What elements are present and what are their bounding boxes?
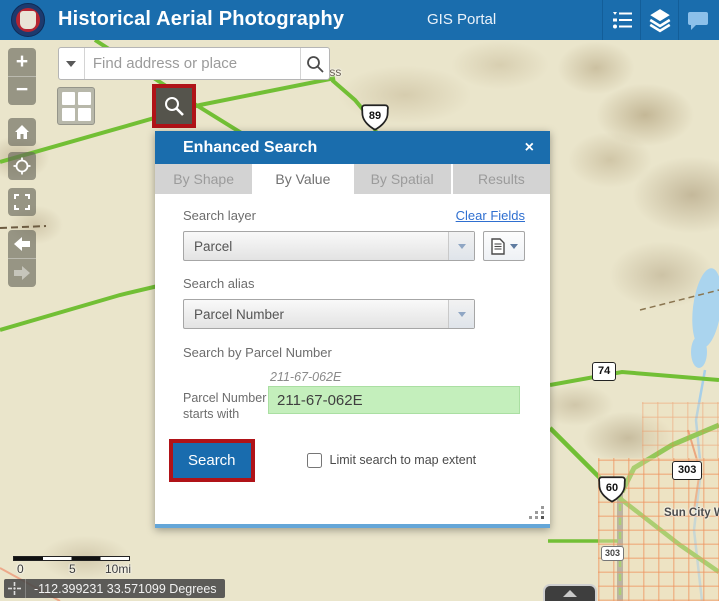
- parcel-number-input[interactable]: [268, 386, 520, 414]
- search-button[interactable]: Search: [173, 443, 251, 478]
- dialog-header[interactable]: Enhanced Search ×: [155, 131, 550, 164]
- app-header: Historical Aerial Photography GIS Portal: [0, 0, 719, 40]
- route-shield-303: 303: [672, 461, 702, 480]
- zoom-control-group: + −: [8, 48, 36, 105]
- arrow-left-icon: [14, 237, 30, 251]
- boundary-line: [0, 226, 46, 228]
- search-tool-icon: [163, 95, 185, 117]
- dialog-tabs: By Shape By Value By Spatial Results: [155, 164, 550, 194]
- county-seal-logo: [11, 3, 45, 37]
- portal-title: GIS Portal: [427, 11, 496, 28]
- home-extent-button[interactable]: [8, 118, 36, 146]
- scale-bar: 0 5 10mi: [13, 556, 130, 575]
- route-shield-303-small: 303: [601, 546, 624, 561]
- clear-fields-link[interactable]: Clear Fields: [456, 208, 525, 223]
- basemap-gallery-button[interactable]: [57, 87, 95, 125]
- geocoder-source-dropdown[interactable]: [59, 48, 85, 79]
- search-layer-select[interactable]: Parcel: [183, 231, 475, 261]
- geocoder-input[interactable]: [85, 48, 300, 79]
- search-layer-label: Search layer: [183, 208, 256, 223]
- road-74: [550, 372, 719, 385]
- crosshair-icon[interactable]: [4, 579, 26, 598]
- tab-results[interactable]: Results: [453, 164, 550, 194]
- layers-button[interactable]: [640, 0, 678, 40]
- enhanced-search-dialog: Enhanced Search × By Shape By Value By S…: [155, 131, 550, 528]
- scale-label-end: 10mi: [105, 562, 131, 576]
- search-by-label: Search by Parcel Number: [183, 345, 525, 360]
- dialog-title: Enhanced Search: [183, 139, 521, 157]
- close-icon[interactable]: ×: [521, 137, 538, 159]
- search-alias-value: Parcel Number: [184, 307, 448, 322]
- extent-nav-group: [8, 230, 36, 287]
- full-extent-button[interactable]: [8, 188, 36, 216]
- search-layer-value: Parcel: [184, 239, 448, 254]
- minus-icon: −: [16, 79, 28, 100]
- search-alias-label: Search alias: [183, 276, 525, 291]
- limit-extent-checkbox[interactable]: [307, 453, 322, 468]
- tab-by-shape[interactable]: By Shape: [155, 164, 252, 194]
- previous-extent-button[interactable]: [8, 230, 36, 258]
- map-label-sun-city-west: Sun City West: [664, 507, 719, 519]
- geocoder-search-button[interactable]: [300, 48, 329, 79]
- tab-by-value[interactable]: By Value: [254, 164, 351, 194]
- layers-icon: [647, 7, 673, 33]
- locate-icon: [13, 157, 31, 175]
- next-extent-button[interactable]: [8, 259, 36, 287]
- parcel-number-field-label: Parcel Number starts with: [183, 386, 268, 423]
- route-shield-us89: 89: [360, 104, 390, 131]
- coordinate-text: -112.399231 33.571099 Degrees: [26, 582, 225, 596]
- caret-down-icon: [510, 244, 518, 249]
- lake-pleasant: [688, 267, 719, 350]
- zoom-in-button[interactable]: +: [8, 48, 36, 76]
- search-icon: [305, 54, 325, 74]
- arrow-right-icon: [14, 266, 30, 280]
- scale-label-mid: 5: [69, 562, 76, 576]
- search-button-highlight: Search: [169, 439, 255, 482]
- zoom-out-button[interactable]: −: [8, 77, 36, 105]
- caret-down-icon: [458, 312, 466, 317]
- tab-by-spatial[interactable]: By Spatial: [354, 164, 451, 194]
- chevron-up-icon: [563, 590, 577, 597]
- legend-button[interactable]: [602, 0, 640, 40]
- dialog-body: Search layer Clear Fields Parcel: [155, 194, 550, 524]
- my-location-button[interactable]: [8, 152, 36, 180]
- route-shield-us60: 60: [597, 476, 627, 503]
- plus-icon: +: [16, 51, 28, 72]
- comment-bubble-icon: [686, 8, 710, 32]
- feedback-button[interactable]: [678, 0, 716, 40]
- fullscreen-icon: [14, 194, 30, 210]
- grid-icon: [62, 92, 75, 105]
- coordinate-readout: -112.399231 33.571099 Degrees: [4, 579, 225, 598]
- home-icon: [14, 124, 30, 140]
- legend-icon: [610, 8, 634, 32]
- caret-down-icon: [458, 244, 466, 249]
- document-icon: [491, 238, 505, 255]
- app-title: Historical Aerial Photography: [58, 8, 344, 31]
- layer-options-button[interactable]: [483, 231, 525, 261]
- scale-label-start: 0: [17, 562, 24, 576]
- route-shield-74: 74: [592, 362, 616, 381]
- value-hint: 211-67-062E: [270, 370, 525, 384]
- enhanced-search-tool-button-highlighted[interactable]: [152, 84, 196, 128]
- geocoder-search-box: [58, 47, 330, 80]
- resize-grip[interactable]: [529, 506, 545, 518]
- caret-down-icon: [66, 61, 76, 67]
- search-alias-select[interactable]: Parcel Number: [183, 299, 475, 329]
- limit-extent-label: Limit search to map extent: [330, 453, 477, 467]
- urban-grid: [642, 402, 719, 460]
- attribution-expander[interactable]: [543, 584, 597, 601]
- gis-app-window: Congress Sun City West 89 74 60 303 303 …: [0, 0, 719, 601]
